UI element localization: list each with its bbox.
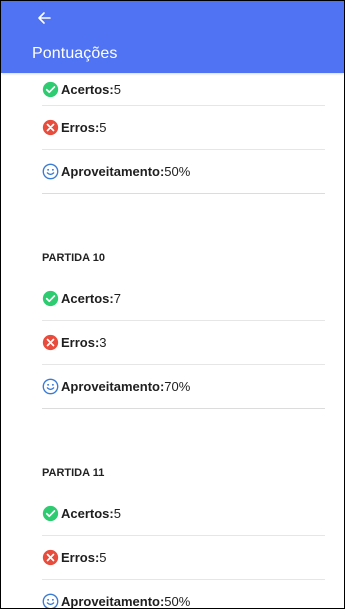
errors-row: Erros: 5	[42, 536, 325, 580]
performance-row: Aproveitamento: 50%	[42, 150, 325, 194]
page-title: Pontuações	[32, 45, 118, 62]
performance-value: 70%	[164, 379, 191, 394]
hits-value: 5	[113, 506, 121, 521]
hits-label: Acertos:	[61, 81, 114, 97]
errors-label: Erros:	[61, 335, 100, 350]
back-button[interactable]	[37, 11, 59, 33]
smiley-icon	[42, 163, 59, 180]
x-circle-icon	[42, 549, 59, 566]
performance-value: 50%	[164, 594, 191, 609]
errors-value: 5	[99, 550, 107, 565]
arrow-left-icon	[38, 12, 51, 24]
hits-value: 5	[113, 81, 121, 97]
hits-value: 7	[113, 291, 121, 306]
errors-row: Erros: 5	[42, 106, 325, 150]
check-circle-icon	[42, 505, 59, 522]
errors-row: Erros: 3	[42, 321, 325, 365]
errors-value: 5	[99, 120, 107, 135]
errors-value: 3	[99, 335, 107, 350]
app-bar: Pontuações	[1, 1, 344, 73]
performance-row: Aproveitamento: 50%	[42, 580, 325, 609]
hits-label: Acertos:	[61, 291, 114, 306]
scores-list[interactable]: Acertos: 5 Erros: 5 Aproveitamento: 50% PAR…	[1, 73, 344, 609]
x-circle-icon	[42, 119, 59, 136]
x-circle-icon	[42, 334, 59, 351]
performance-label: Aproveitamento:	[61, 164, 165, 179]
check-circle-icon	[42, 290, 59, 307]
performance-label: Aproveitamento:	[61, 594, 165, 609]
hits-row: Acertos: 5	[42, 73, 325, 106]
errors-label: Erros:	[61, 120, 100, 135]
performance-value: 50%	[164, 164, 191, 179]
match-title: PARTIDA 11	[42, 467, 105, 479]
smiley-icon	[42, 378, 59, 395]
performance-row: Aproveitamento: 70%	[42, 365, 325, 409]
check-circle-icon	[42, 81, 59, 97]
errors-label: Erros:	[61, 550, 100, 565]
match-title: PARTIDA 10	[42, 252, 105, 264]
hits-row: Acertos: 7	[42, 277, 325, 321]
performance-label: Aproveitamento:	[61, 379, 165, 394]
smiley-icon	[42, 593, 59, 608]
screen: Pontuações Acertos: 5 Erros: 5 Aproveita…	[0, 0, 345, 609]
hits-label: Acertos:	[61, 506, 114, 521]
hits-row: Acertos: 5	[42, 492, 325, 536]
